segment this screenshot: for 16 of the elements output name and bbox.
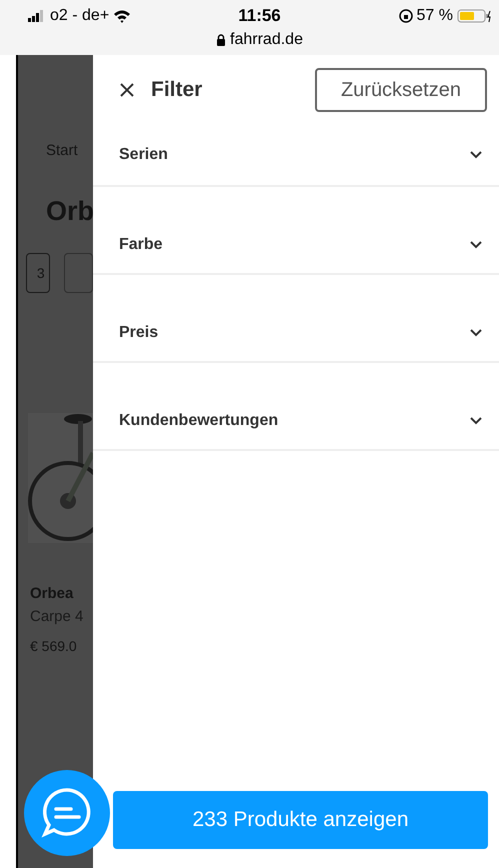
panel-title: Filter [151, 77, 202, 104]
battery-percent: 57 % [416, 6, 453, 26]
filter-section-header[interactable]: Farbe [93, 187, 499, 273]
battery-icon [456, 9, 491, 23]
lock-icon [216, 34, 226, 46]
clock-text: 11:56 [238, 5, 281, 28]
filter-section-header[interactable]: Serien [93, 125, 499, 185]
carrier-text: o2 - de+ [50, 6, 110, 26]
reset-button[interactable]: Zurücksetzen [314, 68, 487, 112]
filter-section-header[interactable]: Preis [93, 275, 499, 361]
wifi-icon [113, 9, 132, 23]
signal-icon [28, 10, 46, 22]
rotation-lock-icon [398, 9, 413, 23]
filter-section-header[interactable]: Kundenbewertungen [93, 363, 499, 449]
close-icon[interactable] [119, 82, 135, 98]
url-text: fahrrad.de [230, 30, 303, 50]
